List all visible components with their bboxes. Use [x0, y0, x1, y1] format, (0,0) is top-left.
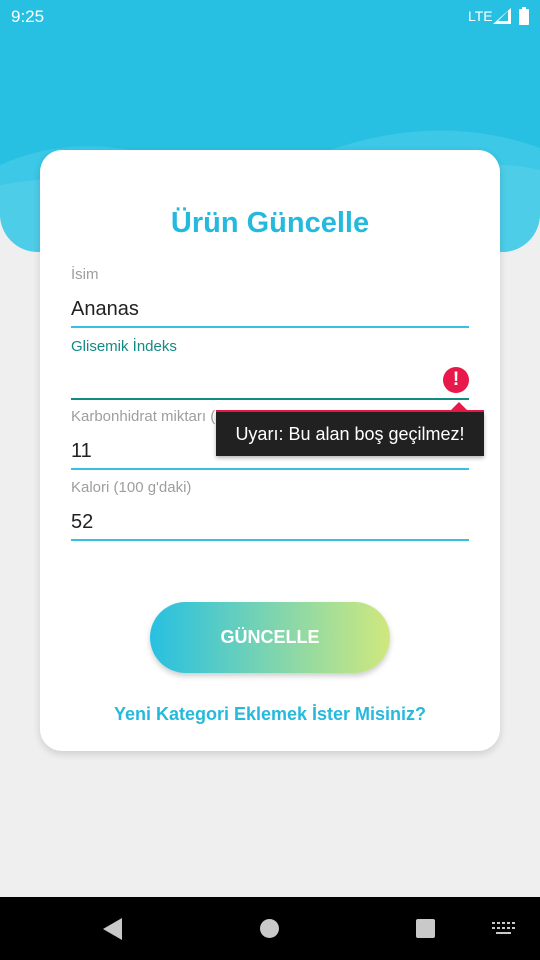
status-bar: 9:25 LTE: [0, 0, 540, 32]
home-icon[interactable]: [260, 919, 279, 938]
update-button[interactable]: GÜNCELLE: [150, 602, 390, 673]
tooltip-arrow: [451, 402, 467, 410]
name-input[interactable]: Ananas: [71, 298, 139, 321]
calorie-field[interactable]: Kalori (100 g'daki) 52: [71, 479, 469, 541]
navigation-bar: [0, 897, 540, 960]
name-field[interactable]: İsim Ananas: [71, 266, 469, 328]
new-category-link[interactable]: Yeni Kategori Eklemek İster Misiniz?: [40, 704, 500, 725]
carbohydrate-input[interactable]: 11: [71, 440, 92, 463]
name-underline: [71, 326, 469, 328]
glycemic-index-underline: [71, 398, 469, 400]
recent-apps-icon[interactable]: [416, 919, 435, 938]
calorie-label: Kalori (100 g'daki): [71, 479, 192, 496]
keyboard-icon[interactable]: [492, 922, 516, 936]
battery-icon: [519, 7, 529, 25]
error-icon[interactable]: !: [443, 367, 469, 393]
calorie-underline: [71, 539, 469, 541]
back-icon[interactable]: [103, 918, 123, 940]
signal-icon: [493, 8, 511, 24]
glycemic-index-field[interactable]: Glisemik İndeks: [71, 338, 469, 400]
calorie-input[interactable]: 52: [71, 511, 93, 534]
glycemic-index-label: Glisemik İndeks: [71, 338, 177, 355]
carbohydrate-underline: [71, 468, 469, 470]
network-type: LTE: [468, 8, 493, 24]
status-time: 9:25: [11, 7, 45, 26]
name-label: İsim: [71, 266, 99, 283]
page-title: Ürün Güncelle: [170, 207, 370, 239]
error-tooltip: Uyarı: Bu alan boş geçilmez!: [216, 412, 484, 456]
update-product-card: Ürün Güncelle İsim Ananas Glisemik İndek…: [40, 150, 500, 751]
